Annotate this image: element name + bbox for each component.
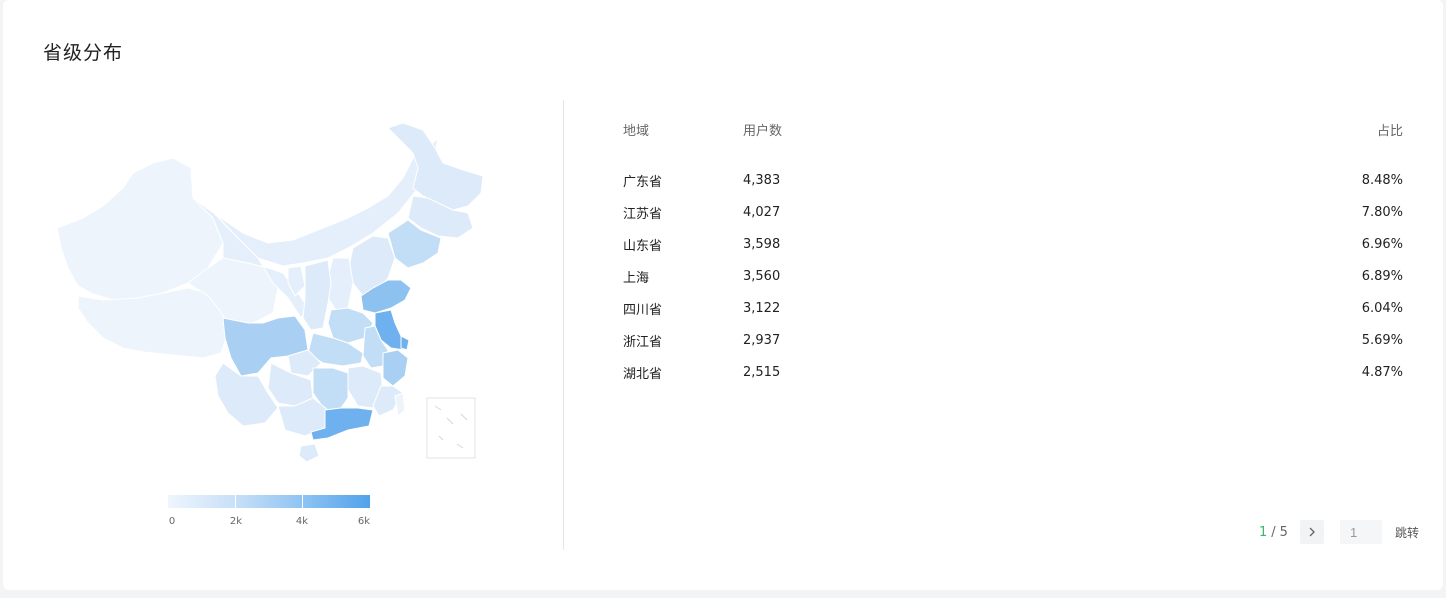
header-region: 地域 — [623, 124, 650, 139]
table-row: 四川省 3,122 6.04% — [623, 292, 1403, 324]
china-map-svg — [56, 122, 484, 463]
legend-tick: 6k — [357, 516, 371, 527]
pagination: 1 / 5 跳转 — [1259, 520, 1419, 544]
pagination-total-pages: 5 — [1279, 524, 1288, 540]
map-region-shanxi[interactable] — [327, 257, 354, 314]
map-region-shaanxi[interactable] — [302, 259, 332, 331]
map-region-tibet[interactable] — [77, 287, 229, 359]
table-row: 山东省 3,598 6.96% — [623, 228, 1403, 260]
cell-region: 上海 — [623, 270, 650, 286]
chevron-right-icon — [1309, 527, 1315, 537]
pagination-separator: / — [1271, 524, 1276, 540]
table-row: 广东省 4,383 8.48% — [623, 164, 1403, 196]
cell-region: 广东省 — [623, 174, 663, 190]
cell-share: 6.04% — [1361, 300, 1403, 316]
cell-share: 6.96% — [1361, 236, 1403, 252]
region-table: 地域 用户数 占比 广东省 4,383 8.48% 江苏省 4,027 7.80… — [623, 120, 1403, 388]
cell-region: 四川省 — [623, 302, 663, 318]
cell-region: 山东省 — [623, 238, 663, 254]
cell-share: 7.80% — [1361, 204, 1403, 220]
map-legend: 0 2k 4k 6k — [168, 495, 370, 530]
cell-share: 5.69% — [1361, 332, 1403, 348]
table-header: 地域 用户数 占比 — [623, 120, 1403, 142]
legend-tick: 0 — [168, 516, 176, 527]
page-jump-button[interactable]: 跳转 — [1395, 524, 1419, 541]
cell-users: 3,598 — [743, 236, 781, 252]
legend-ticks: 0 2k 4k 6k — [168, 516, 370, 530]
page-jump-input[interactable] — [1339, 520, 1382, 544]
cell-share: 4.87% — [1361, 364, 1403, 380]
province-distribution-card: 省级分布 0 2k 4k 6k 地域 用户数 占比 广东省 4,383 8.48… — [3, 0, 1443, 590]
cell-region: 江苏省 — [623, 206, 663, 222]
cell-users: 3,560 — [743, 268, 781, 284]
vertical-divider — [563, 100, 564, 550]
map-region-shanghai[interactable] — [400, 335, 410, 351]
legend-gradient-bar — [168, 495, 370, 508]
cell-users: 2,937 — [743, 332, 781, 348]
next-page-button[interactable] — [1299, 520, 1324, 544]
map-region-taiwan[interactable] — [394, 392, 406, 417]
cell-users: 2,515 — [743, 364, 781, 380]
table-body: 广东省 4,383 8.48% 江苏省 4,027 7.80% 山东省 3,59… — [623, 164, 1403, 388]
table-row: 浙江省 2,937 5.69% — [623, 324, 1403, 356]
cell-region: 湖北省 — [623, 366, 663, 382]
header-share: 占比 — [1376, 124, 1403, 139]
china-choropleth-map — [43, 118, 503, 478]
legend-tick: 2k — [229, 516, 243, 527]
cell-users: 4,027 — [743, 204, 781, 220]
map-region-hainan[interactable] — [298, 443, 320, 463]
cell-users: 3,122 — [743, 300, 781, 316]
header-users: 用户数 — [743, 124, 783, 139]
south-china-sea-islands — [434, 405, 468, 449]
map-region-zhejiang[interactable] — [382, 349, 409, 387]
south-china-sea-inset — [426, 397, 476, 459]
card-title: 省级分布 — [43, 42, 124, 64]
table-row: 上海 3,560 6.89% — [623, 260, 1403, 292]
cell-share: 8.48% — [1361, 172, 1403, 188]
legend-tick: 4k — [295, 516, 309, 527]
table-row: 湖北省 2,515 4.87% — [623, 356, 1403, 388]
cell-users: 4,383 — [743, 172, 781, 188]
table-row: 江苏省 4,027 7.80% — [623, 196, 1403, 228]
pagination-current-page: 1 — [1259, 524, 1268, 540]
cell-region: 浙江省 — [623, 334, 663, 350]
cell-share: 6.89% — [1361, 268, 1403, 284]
